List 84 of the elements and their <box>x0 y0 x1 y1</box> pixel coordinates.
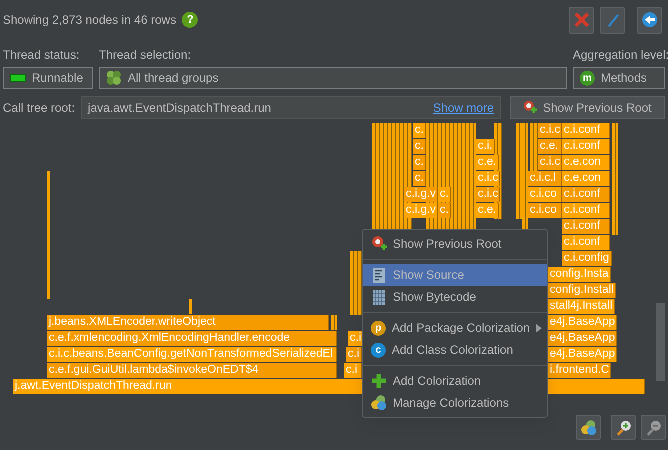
zoom-in-button[interactable] <box>611 415 636 440</box>
flame-frame[interactable]: c. <box>438 187 451 202</box>
zoom-in-icon <box>616 420 632 436</box>
pin-icon <box>371 236 387 252</box>
flame-frame[interactable]: c. <box>413 171 426 186</box>
flame-frame[interactable]: config.Insta <box>548 267 611 282</box>
pen-button[interactable] <box>600 6 625 34</box>
zoom-out-button[interactable] <box>641 415 666 440</box>
remove-button[interactable] <box>569 6 594 34</box>
flame-frame[interactable]: e4j.BaseApp <box>548 347 618 362</box>
flame-frame[interactable]: c.e. <box>476 203 499 218</box>
flame-bar <box>530 123 538 171</box>
flame-frame[interactable]: c. <box>413 123 426 138</box>
flame-frame[interactable]: c. <box>413 139 426 154</box>
menu-item[interactable]: Show Source <box>363 264 547 286</box>
help-button[interactable]: ? <box>182 12 198 28</box>
plus-icon <box>371 373 387 389</box>
letter-badge-icon: p <box>371 320 386 336</box>
flame-frame[interactable]: c.i.co <box>528 187 562 202</box>
cross-icon <box>574 12 590 28</box>
menu-item[interactable]: p Add Package Colorization <box>363 317 547 339</box>
flame-frame[interactable]: e4j.BaseApp <box>548 331 618 346</box>
flame-frame[interactable]: c.i.c <box>538 155 562 170</box>
flame-frame[interactable]: c.i.g.v <box>404 187 438 202</box>
flame-frame[interactable]: c.i.conf <box>562 203 610 218</box>
flame-frame[interactable]: c.e. <box>476 155 499 170</box>
zoom-out-icon <box>646 420 662 436</box>
thread-selection-field[interactable]: All thread groups <box>99 67 567 89</box>
flame-frame[interactable]: c.i.config <box>562 251 612 266</box>
flame-frame[interactable]: c.i.conf <box>562 187 610 202</box>
field-label: Call tree root: <box>3 100 76 116</box>
field-label: Thread status: <box>3 47 81 64</box>
show-previous-root-button[interactable]: Show Previous Root <box>510 96 665 119</box>
back-button[interactable] <box>637 6 662 34</box>
grid-icon <box>371 289 387 305</box>
menu-item[interactable]: Show Previous Root <box>363 233 547 255</box>
pin-icon <box>523 100 538 116</box>
scrollbar-thumb[interactable] <box>656 303 665 381</box>
flame-frame[interactable]: c.i.co <box>528 203 562 218</box>
status-bar-icon <box>10 74 26 82</box>
clover-icon <box>106 70 122 86</box>
show-more-link[interactable]: Show more <box>433 98 494 116</box>
flame-frame[interactable]: c.i.conf <box>562 123 610 138</box>
field-label: Thread selection: <box>99 47 192 64</box>
menu-item[interactable]: c Add Class Colorization <box>363 339 547 361</box>
flame-frame[interactable]: c.e.f.gui.GuiUtil.lambda$invokeOnEDT$4 <box>47 363 337 378</box>
method-badge-icon: m <box>580 70 595 86</box>
flame-frame[interactable]: c.i.conf <box>562 219 610 234</box>
flame-frame[interactable]: c.e. <box>538 139 562 154</box>
flame-frame[interactable]: j.beans.XMLEncoder.writeObject <box>47 315 329 330</box>
flame-frame[interactable]: c.i.conf <box>562 139 610 154</box>
flame-frame[interactable]: stall4j.Install <box>548 299 615 314</box>
flame-frame[interactable]: config.Install <box>548 283 616 298</box>
aggregation-level-field[interactable]: m Methods <box>573 67 665 89</box>
menu-item[interactable]: Show Bytecode <box>363 286 547 308</box>
flame-frame[interactable]: c.e.f.xmlencoding.XmlEncodingHandler.encode <box>47 331 337 346</box>
flame-bar <box>331 315 337 330</box>
flame-frame[interactable]: c.e.con <box>562 171 610 186</box>
flame-frame[interactable]: i.frontend.C <box>548 363 612 378</box>
flame-frame[interactable]: e4j.BaseApp <box>548 315 618 330</box>
flame-frame[interactable]: c.i.c.beans.BeanConfig.getNonTransformedSerializedEl <box>47 347 337 362</box>
flame-frame[interactable]: c.i. <box>476 139 495 154</box>
thread-status-field[interactable]: Runnable <box>3 67 93 89</box>
call-tree-root-field: java.awt.EventDispatchThread.run Show more <box>81 96 501 119</box>
flame-frame[interactable]: c.i <box>346 347 362 362</box>
summary-text: Showing 2,873 nodes in 46 rows <box>3 12 176 29</box>
flame-bar <box>350 251 362 315</box>
flame-frame[interactable]: c.i.g.v <box>404 203 438 218</box>
flame-frame[interactable]: c.i.c <box>476 187 500 202</box>
flame-frame[interactable]: c. <box>438 203 451 218</box>
menu-item[interactable]: Manage Colorizations <box>363 392 547 414</box>
flame-frame[interactable]: c.i.c <box>476 171 500 186</box>
circles-icon <box>371 395 387 411</box>
flame-frame[interactable]: c.i <box>344 363 362 378</box>
flame-frame[interactable]: c.i.conf <box>562 235 610 250</box>
flame-frame[interactable]: c.i.c <box>538 123 562 138</box>
flame-frame[interactable]: c.i.c.l <box>528 171 562 186</box>
flame-frame[interactable]: c.e.con <box>562 155 610 170</box>
document-icon <box>371 267 387 283</box>
flame-bar <box>189 299 192 314</box>
circles-icon <box>580 420 596 436</box>
colorize-button[interactable] <box>576 415 601 440</box>
flame-frame[interactable]: c. <box>413 155 426 170</box>
letter-badge-icon: c <box>371 342 386 358</box>
